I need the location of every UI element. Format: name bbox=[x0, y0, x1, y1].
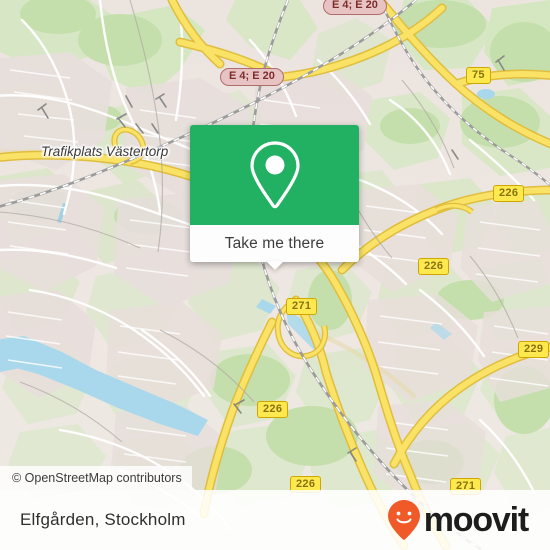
card-pointer-tail bbox=[265, 261, 284, 270]
moovit-wordmark: moovit bbox=[423, 501, 529, 539]
osm-attribution[interactable]: © OpenStreetMap contributors bbox=[0, 466, 192, 490]
place-name-label: Elfgården, Stockholm bbox=[20, 510, 186, 529]
footer-bar: Elfgården, Stockholm moovit bbox=[0, 490, 550, 550]
location-info-card[interactable]: Take me there bbox=[190, 125, 359, 270]
place-label: Trafikplats Västertorp bbox=[41, 144, 169, 159]
moovit-smile-pin-icon bbox=[387, 500, 420, 540]
moovit-logo[interactable]: moovit bbox=[387, 499, 529, 541]
take-me-there-button[interactable]: Take me there bbox=[190, 225, 359, 270]
card-pin-area bbox=[190, 125, 359, 225]
moovit-map-screen: E 4; E 20 E 4; E 20 75 226 226 271 229 226 226 27… bbox=[0, 0, 550, 550]
map-pin-icon bbox=[249, 141, 300, 209]
take-me-there-label: Take me there bbox=[224, 234, 325, 252]
osm-attribution-text: © OpenStreetMap contributors bbox=[12, 471, 182, 485]
